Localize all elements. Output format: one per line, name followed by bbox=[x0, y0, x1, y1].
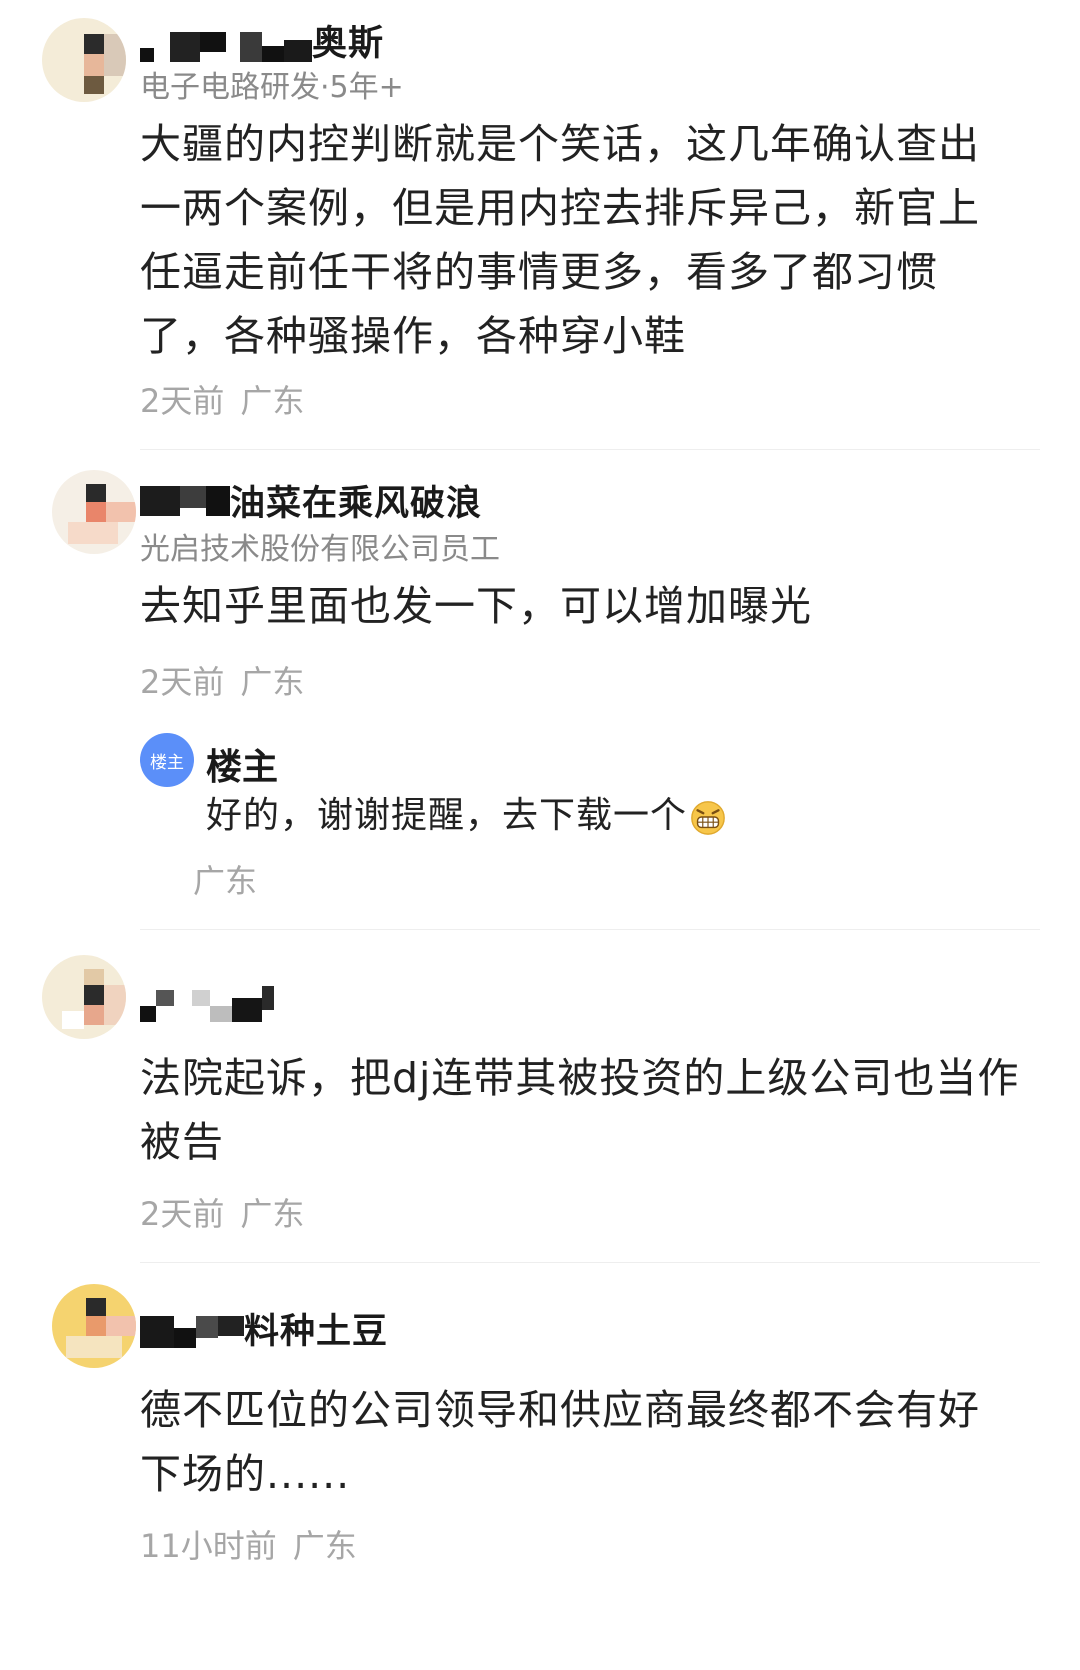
censored-name-mosaic bbox=[140, 478, 230, 522]
comment-meta: 2天前 广东 bbox=[140, 657, 320, 703]
comment-location: 广东 bbox=[240, 663, 305, 701]
username-text: 料种土豆 bbox=[244, 1311, 389, 1352]
reply-text-content: 好的，谢谢提醒，去下载一个 bbox=[206, 795, 688, 836]
avatar[interactable] bbox=[42, 955, 126, 1039]
username-row[interactable]: 油菜在乘风破浪 bbox=[140, 478, 482, 524]
divider bbox=[140, 449, 1040, 450]
avatar[interactable] bbox=[42, 18, 126, 102]
divider bbox=[140, 929, 1040, 930]
user-subtitle: 光启技术股份有限公司员工 bbox=[140, 532, 500, 567]
comment-text: 法院起诉，把dj连带其被投资的上级公司也当作被告 bbox=[140, 1054, 1020, 1166]
avatar[interactable] bbox=[52, 1284, 136, 1368]
divider bbox=[140, 1262, 1040, 1263]
comment-location: 广东 bbox=[292, 1527, 357, 1565]
username-text: 油菜在乘风破浪 bbox=[230, 483, 483, 524]
grinning-emoji-icon bbox=[691, 801, 725, 835]
comment-meta: 11小时前 广东 bbox=[140, 1521, 373, 1567]
op-badge-avatar: 楼主 bbox=[140, 733, 194, 787]
comment-meta: 2天前 广东 bbox=[140, 376, 320, 422]
reply-author-name[interactable]: 楼主 bbox=[206, 738, 278, 790]
reply-text: 好的，谢谢提醒，去下载一个 bbox=[206, 786, 727, 838]
comment-time: 2天前 bbox=[140, 663, 225, 701]
comment-meta: 2天前 广东 bbox=[140, 1189, 320, 1235]
username-row[interactable]: 奥斯 bbox=[140, 18, 384, 64]
censored-name-mosaic bbox=[140, 18, 312, 62]
comment-time: 11小时前 bbox=[140, 1527, 277, 1565]
comment-text: 德不匹位的公司领导和供应商最终都不会有好下场的...... bbox=[140, 1386, 980, 1498]
comment-location: 广东 bbox=[240, 382, 305, 420]
comment-text: 去知乎里面也发一下，可以增加曝光 bbox=[140, 582, 812, 630]
user-subtitle: 电子电路研发·5年+ bbox=[140, 70, 404, 105]
comment-location: 广东 bbox=[240, 1195, 305, 1233]
username-row[interactable] bbox=[140, 980, 276, 1024]
reply-location: 广东 bbox=[193, 862, 258, 900]
comment-time: 2天前 bbox=[140, 382, 225, 420]
comment-time: 2天前 bbox=[140, 1195, 225, 1233]
avatar[interactable] bbox=[52, 470, 136, 554]
censored-name-mosaic bbox=[140, 1306, 244, 1350]
username-text: 奥斯 bbox=[312, 23, 385, 64]
username-row[interactable]: 料种土豆 bbox=[140, 1306, 388, 1352]
comment-text: 大疆的内控判断就是个笑话，这几年确认查出一两个案例，但是用内控去排斥异己，新官上… bbox=[140, 120, 980, 360]
censored-name-mosaic bbox=[140, 980, 276, 1024]
